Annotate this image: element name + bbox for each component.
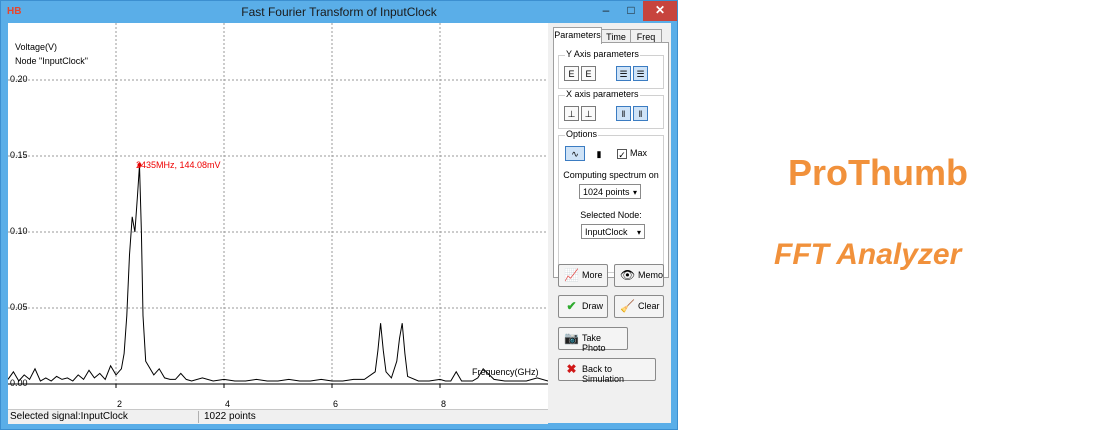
back-to-simulation-button[interactable]: ✖ Back to Simulation <box>558 358 656 384</box>
y-tick-label: 0.00 <box>10 378 28 388</box>
window-title: Fast Fourier Transform of InputClock <box>241 5 437 19</box>
brand-name: ProThumb <box>788 152 968 193</box>
y-tick-label: 0.10 <box>10 226 28 236</box>
eraser-icon: 🧹 <box>620 299 635 313</box>
chevron-down-icon: ▾ <box>632 188 637 197</box>
close-button[interactable]: ✕ <box>643 1 677 21</box>
x-axis-ticks-icon[interactable]: ⊥ <box>581 106 596 121</box>
status-separator <box>198 411 199 423</box>
checkmark-icon: ✔ <box>566 299 577 313</box>
window-client: Voltage(V) Node "InputClock" 0.20 0.15 0… <box>8 23 671 424</box>
x-axis-label: Frequency(GHz) <box>472 367 539 377</box>
y-tick-label: 0.05 <box>10 302 28 312</box>
fft-window: HB Fast Fourier Transform of InputClock … <box>0 0 678 430</box>
x-axis-fine-ticks-icon[interactable]: ⊥ <box>564 106 579 121</box>
maximize-button[interactable]: □ <box>618 1 644 21</box>
selected-node-label: Selected Node: <box>580 210 642 220</box>
max-label: Max <box>630 148 648 158</box>
memo-button[interactable]: 👁 Memo <box>614 264 664 287</box>
y-axis-label: Voltage(V) <box>15 42 58 52</box>
status-points: 1022 points <box>204 411 256 422</box>
more-button[interactable]: 📈 More <box>558 264 608 287</box>
y-axis-linear-icon[interactable]: E <box>564 66 579 81</box>
node-select-value: InputClock <box>585 227 628 237</box>
control-panel: Parameters Time Freq Y Axis parameters E… <box>549 23 671 423</box>
more-chart-icon: 📈 <box>564 268 579 282</box>
camera-icon: 📷 <box>564 331 579 345</box>
x-axis-group: X axis parameters ⊥ ⊥ ‖ ‖ <box>558 89 664 129</box>
fft-chart-svg <box>8 23 548 388</box>
options-group: Options ∿ ▮ ✓ Max Computing spectrum on … <box>558 129 664 273</box>
x-grid-on-icon[interactable]: ‖ <box>616 106 631 121</box>
line-mode-icon[interactable]: ∿ <box>565 146 585 161</box>
bar-mode-icon[interactable]: ▮ <box>589 146 609 161</box>
chevron-down-icon: ▾ <box>636 228 641 237</box>
status-signal: Selected signal:InputClock <box>10 411 128 422</box>
fft-plot[interactable]: Voltage(V) Node "InputClock" 0.20 0.15 0… <box>8 23 548 409</box>
computing-label: Computing spectrum on <box>563 170 659 180</box>
x-tick-label: 8 <box>441 399 447 409</box>
y-axis-group-label: Y Axis parameters <box>565 49 640 59</box>
take-photo-button[interactable]: 📷 Take Photo <box>558 327 628 353</box>
y-axis-group: Y Axis parameters E E ☰ ☰ <box>558 49 664 89</box>
x-tick-label: 6 <box>333 399 339 409</box>
points-select[interactable]: 1024 points ▾ <box>579 184 641 199</box>
x-grid-fine-icon[interactable]: ‖ <box>633 106 648 121</box>
max-checkbox[interactable]: ✓ <box>617 149 627 160</box>
title-bar[interactable]: HB Fast Fourier Transform of InputClock … <box>1 1 677 23</box>
draw-label: Draw <box>582 301 604 311</box>
parameters-tab-body: Y Axis parameters E E ☰ ☰ X axis paramet… <box>553 42 669 278</box>
y-axis-detail-icon[interactable]: E <box>581 66 596 81</box>
close-x-icon: ✖ <box>566 362 577 376</box>
node-label: Node "InputClock" <box>15 56 88 66</box>
x-axis-group-label: X axis parameters <box>565 89 640 99</box>
more-label: More <box>582 270 603 280</box>
x-tick-label: 4 <box>225 399 231 409</box>
node-select[interactable]: InputClock ▾ <box>581 224 645 239</box>
x-tick-label: 2 <box>117 399 123 409</box>
status-bar: Selected signal:InputClock 1022 points <box>8 409 548 424</box>
memo-label: Memo <box>638 270 664 280</box>
y-grid-on-icon[interactable]: ☰ <box>616 66 631 81</box>
take-photo-label: Take Photo <box>582 333 606 353</box>
tab-parameters[interactable]: Parameters <box>553 27 602 44</box>
points-select-value: 1024 points <box>583 187 630 197</box>
fft-series-line <box>8 165 548 382</box>
draw-button[interactable]: ✔ Draw <box>558 295 608 318</box>
clear-button[interactable]: 🧹 Clear <box>614 295 664 318</box>
y-tick-label: 0.20 <box>10 74 28 84</box>
y-grid-fine-icon[interactable]: ☰ <box>633 66 648 81</box>
back-label: Back to Simulation <box>582 364 625 384</box>
peak-annotation: 2435MHz, 144.08mV <box>136 160 221 170</box>
options-group-label: Options <box>565 129 599 139</box>
brand-product: FFT Analyzer <box>774 238 962 271</box>
minimize-button[interactable]: – <box>593 1 619 21</box>
memo-eye-icon: 👁 <box>620 268 636 282</box>
y-tick-label: 0.15 <box>10 150 28 160</box>
clear-label: Clear <box>638 301 660 311</box>
